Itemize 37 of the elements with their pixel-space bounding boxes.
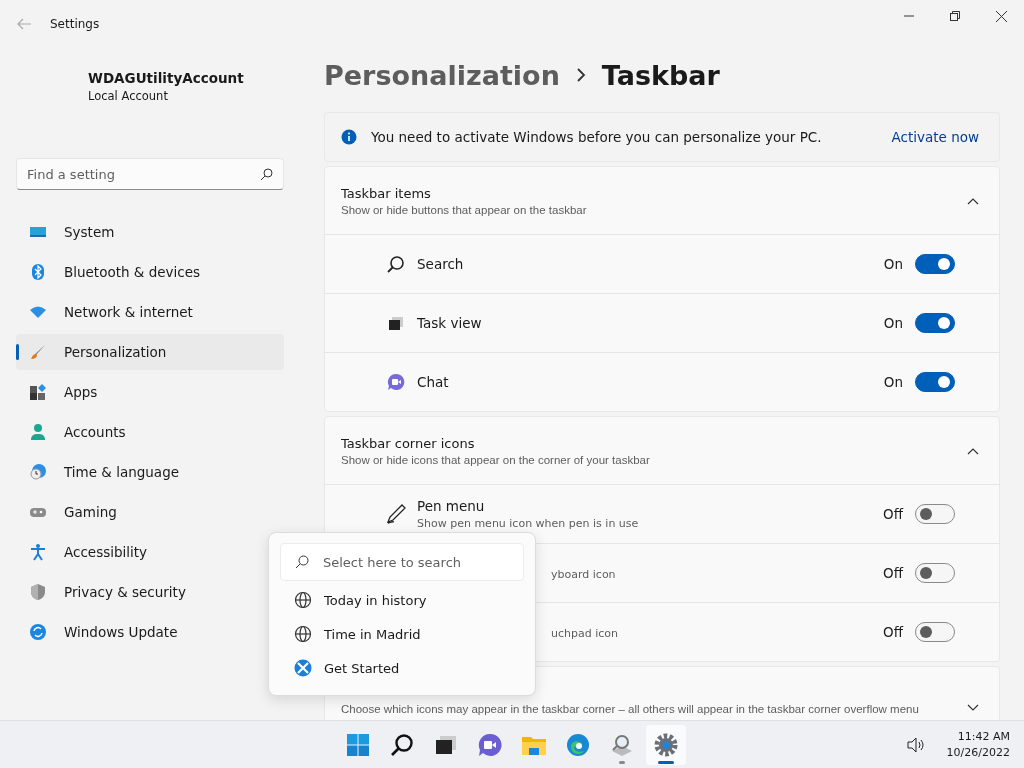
nav-item[interactable]: Accounts <box>16 414 284 450</box>
breadcrumb-item[interactable]: Personalization <box>324 59 560 91</box>
account-name: WDAGUtilityAccount <box>88 70 245 86</box>
section-title: Taskbar items <box>341 185 432 201</box>
nav-item[interactable]: Time & language <box>16 454 284 490</box>
setting-description: yboard icon <box>551 568 617 581</box>
toggle-state: On <box>883 315 903 331</box>
banner-text: You need to activate Windows before you can personalize your PC. <box>371 129 822 145</box>
section-subtitle: Show or hide buttons that appear on the taskbar <box>341 203 588 216</box>
setting-label: Chat <box>417 374 450 390</box>
toggle-state: On <box>883 374 903 390</box>
nav-item[interactable]: Network & internet <box>16 294 284 330</box>
toggle-state: Off <box>883 624 903 640</box>
setting-label: Task view <box>417 315 483 331</box>
setting-description: Show pen menu icon when pen is in use <box>417 517 640 530</box>
section-subtitle: Choose which icons may appear in the taskbar corner – all others will appear in the taskbar corner overflow menu <box>341 703 920 715</box>
nav-item[interactable]: System <box>16 214 284 250</box>
clock[interactable]: 11:42 AM 10/26/2022 <box>946 730 1010 759</box>
nav-item[interactable]: Bluetooth & devices <box>16 254 284 290</box>
nav-item[interactable]: Apps <box>16 374 284 410</box>
popup-search-field[interactable]: Select here to search <box>280 543 524 581</box>
breadcrumb-item: Taskbar <box>601 59 720 91</box>
window-title: Settings <box>50 17 100 31</box>
toggle-state: Off <box>883 506 903 522</box>
search-field[interactable]: Find a setting <box>16 158 284 190</box>
popup-item[interactable]: Get Started <box>280 651 524 685</box>
section-subtitle: Show or hide icons that appear on the corner of your taskbar <box>341 453 651 466</box>
toggle-state: On <box>883 256 903 272</box>
section-title: Taskbar corner icons <box>341 435 476 451</box>
nav-item[interactable]: Personalization <box>16 334 284 370</box>
account-type: Local Account <box>88 89 169 103</box>
setting-label: Search <box>417 256 465 272</box>
toggle-state: Off <box>883 565 903 581</box>
nav-item[interactable]: Gaming <box>16 494 284 530</box>
activate-link[interactable]: Activate now <box>891 129 979 145</box>
setting-label: Pen menu <box>417 498 486 514</box>
setting-description: uchpad icon <box>551 627 619 640</box>
